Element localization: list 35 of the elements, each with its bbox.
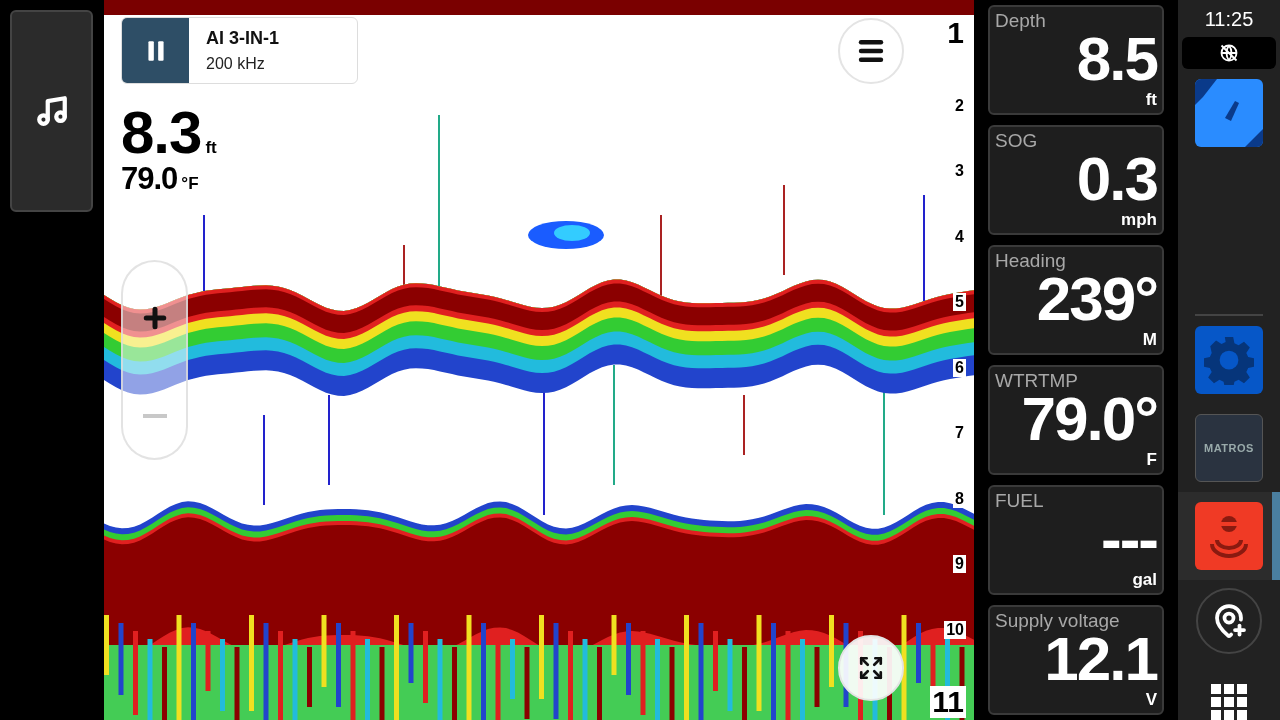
apps-grid-button[interactable] <box>1211 684 1247 720</box>
globe-off-icon <box>1219 43 1239 63</box>
matros-logo-tile[interactable]: MATROS <box>1195 414 1263 482</box>
gauge-unit: F <box>1146 450 1157 470</box>
grid-icon <box>1211 684 1247 720</box>
gear-icon <box>1204 335 1254 385</box>
gauge-label: FUEL <box>995 490 1044 512</box>
sonar-diver-icon <box>1209 514 1249 558</box>
expand-icon <box>858 655 884 681</box>
depth-unit: ft <box>205 138 217 158</box>
depth-scale-label: 11 <box>930 686 966 718</box>
frequency-label: 200 kHz <box>206 55 266 73</box>
depth-value: 8.3 <box>121 103 202 163</box>
gauge-unit: mph <box>1121 210 1157 230</box>
gauge-unit: gal <box>1132 570 1157 590</box>
gauge-value: 0.3 <box>1076 148 1157 210</box>
temperature-value: 79.0 <box>121 163 178 194</box>
transducer-name: AI 3-IN-1 <box>206 28 279 49</box>
music-note-icon <box>34 94 69 128</box>
app-tile[interactable] <box>1195 502 1263 570</box>
depth-scale-label: 5 <box>953 293 966 311</box>
gauge-unit: M <box>1142 330 1157 350</box>
gauge-value: 8.5 <box>1076 28 1157 90</box>
minus-icon <box>142 413 167 418</box>
gauge-unit: V <box>1145 690 1157 710</box>
gauge-label: SOG <box>995 130 1038 152</box>
app-tile[interactable] <box>1195 326 1263 394</box>
music-button[interactable] <box>10 10 93 212</box>
depth-scale-label: 9 <box>953 555 966 573</box>
clock-time: 11:25 <box>1204 8 1254 31</box>
pause-button[interactable] <box>122 18 189 83</box>
gauge-value: --- <box>1101 508 1157 570</box>
gauge-label: Depth <box>995 10 1046 32</box>
gauge-unit: ft <box>1145 90 1157 110</box>
temperature-unit: °F <box>181 174 199 194</box>
